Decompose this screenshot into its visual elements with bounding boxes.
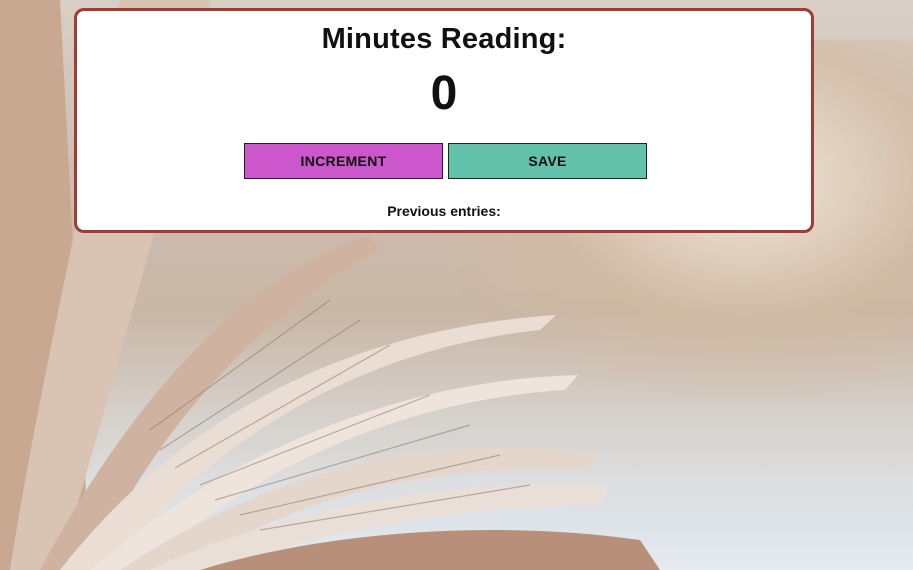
increment-button[interactable]: INCREMENT	[244, 143, 443, 179]
previous-entries-label: Previous entries:	[387, 203, 501, 219]
reading-tracker-card: Minutes Reading: 0 INCREMENT SAVE Previo…	[74, 8, 814, 233]
save-button[interactable]: SAVE	[448, 143, 647, 179]
page-title: Minutes Reading:	[321, 23, 567, 55]
button-row: INCREMENT SAVE	[244, 143, 649, 181]
minutes-counter: 0	[430, 67, 458, 120]
